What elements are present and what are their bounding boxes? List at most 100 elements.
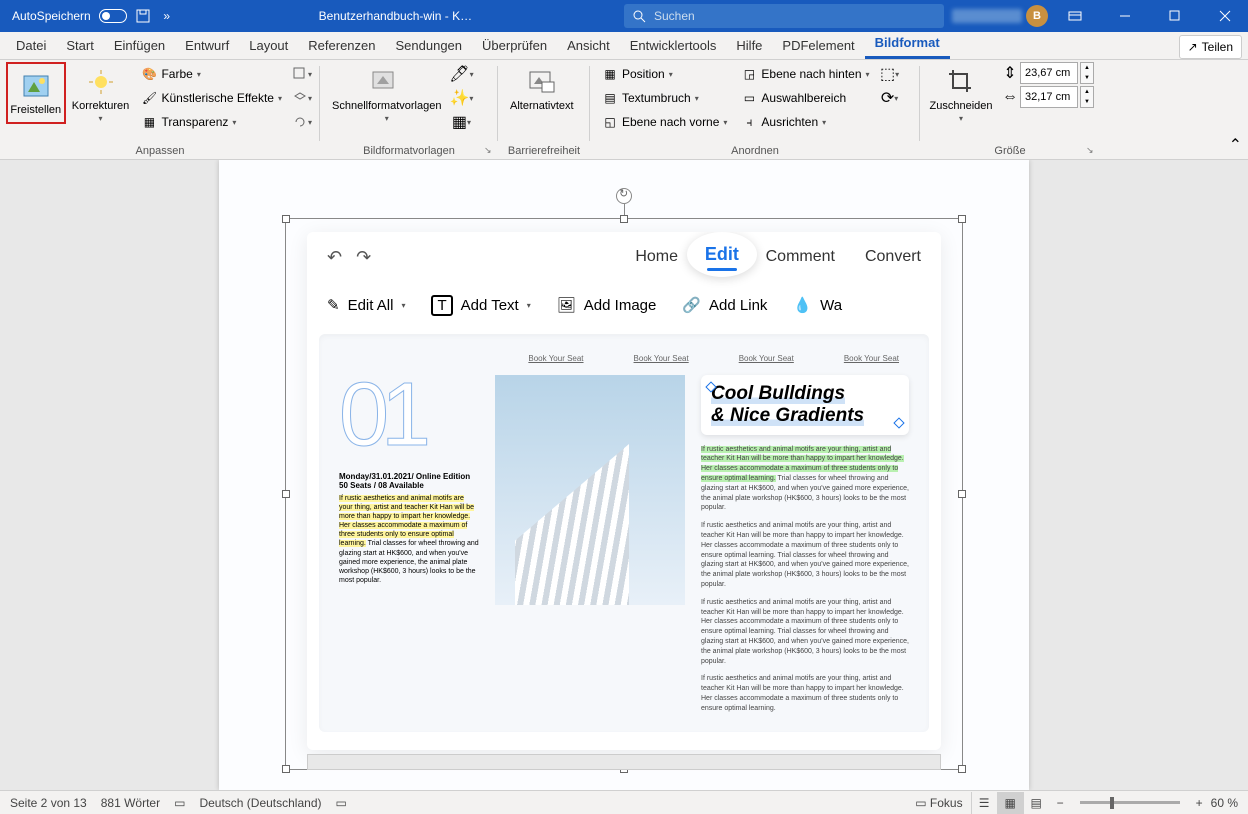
- document-canvas[interactable]: ↶↷ Home EditEdit Comment Convert ✎Edit A…: [0, 160, 1248, 790]
- tab-start[interactable]: Start: [56, 32, 103, 59]
- watermark-tool: 💧Wa: [793, 296, 842, 314]
- zuschneiden-button[interactable]: Zuschneiden ▾: [926, 62, 996, 127]
- tab-einfuegen[interactable]: Einfügen: [104, 32, 175, 59]
- alternativtext-button[interactable]: Alternativtext: [504, 62, 580, 116]
- ausrichten-button[interactable]: ⫞Ausrichten▾: [735, 110, 875, 134]
- freistellen-button[interactable]: Freistellen: [6, 62, 66, 124]
- resize-handle[interactable]: [282, 765, 290, 773]
- tab-referenzen[interactable]: Referenzen: [298, 32, 385, 59]
- width-input[interactable]: [1020, 86, 1078, 108]
- maximize-button[interactable]: [1152, 0, 1198, 32]
- tab-sendungen[interactable]: Sendungen: [386, 32, 473, 59]
- macro-icon[interactable]: ▭: [336, 796, 347, 810]
- tab-hilfe[interactable]: Hilfe: [726, 32, 772, 59]
- tab-layout[interactable]: Layout: [239, 32, 298, 59]
- resize-handle[interactable]: [958, 215, 966, 223]
- auswahlbereich-button[interactable]: ▭Auswahlbereich: [735, 86, 875, 110]
- alttext-icon: [526, 66, 558, 98]
- tab-ueberpruefen[interactable]: Überprüfen: [472, 32, 557, 59]
- wrap-icon: ▤: [602, 90, 618, 106]
- group-bildformat-label: Bildformatvorlagen: [326, 143, 492, 159]
- save-icon[interactable]: [135, 8, 151, 24]
- picture-effects-icon[interactable]: ✨▾: [449, 86, 473, 110]
- resize-handle[interactable]: [282, 215, 290, 223]
- farbe-button[interactable]: 🎨Farbe▾: [135, 62, 288, 86]
- schnellformat-button[interactable]: Schnellformatvorlagen ▾: [326, 62, 447, 127]
- spellcheck-icon[interactable]: ▭: [174, 796, 185, 810]
- group-anordnen-label: Anordnen: [596, 143, 914, 159]
- position-button[interactable]: ▦Position▾: [596, 62, 733, 86]
- group-barriere-label: Barrierefreiheit: [504, 143, 584, 159]
- document-title: Benutzerhandbuch-win - K…: [175, 9, 616, 23]
- search-box[interactable]: Suchen: [624, 4, 944, 28]
- quick-styles-icon: [371, 66, 403, 98]
- close-button[interactable]: [1202, 0, 1248, 32]
- tab-pdfelement[interactable]: PDFelement: [772, 32, 864, 59]
- picture-border-icon[interactable]: 🖊▾: [449, 62, 473, 86]
- compress-icon[interactable]: ▾: [290, 62, 314, 86]
- print-layout-icon[interactable]: ▦: [997, 792, 1023, 814]
- alternativtext-label: Alternativtext: [510, 100, 574, 112]
- selection-pane-icon: ▭: [741, 90, 757, 106]
- web-layout-icon[interactable]: ▤: [1023, 792, 1049, 814]
- zoom-in-button[interactable]: +: [1196, 796, 1203, 810]
- resize-handle[interactable]: [958, 490, 966, 498]
- fokus-button[interactable]: ▭ Fokus: [915, 796, 962, 810]
- language[interactable]: Deutsch (Deutschland): [199, 796, 321, 810]
- ebene-vorne-button[interactable]: ◱Ebene nach vorne▾: [596, 110, 733, 134]
- titlebar: AutoSpeichern » Benutzerhandbuch-win - K…: [0, 0, 1248, 32]
- change-picture-icon[interactable]: ▾: [290, 86, 314, 110]
- search-placeholder: Suchen: [654, 9, 695, 23]
- share-button[interactable]: ↗Teilen: [1179, 35, 1242, 59]
- height-input[interactable]: [1020, 62, 1078, 84]
- transparenz-button[interactable]: ▦Transparenz▾: [135, 110, 288, 134]
- picture-layout-icon[interactable]: ▦▾: [449, 110, 473, 134]
- autosave-toggle[interactable]: [99, 9, 127, 23]
- tab-entwickler[interactable]: Entwicklertools: [620, 32, 727, 59]
- artistic-effects-button[interactable]: 🖌Künstlerische Effekte▾: [135, 86, 288, 110]
- ebene-hinten-button[interactable]: ◲Ebene nach hinten▾: [735, 62, 875, 86]
- width-spinner[interactable]: ▲▼: [1080, 86, 1094, 108]
- group-launcher-icon[interactable]: ↘: [484, 145, 496, 157]
- bring-forward-icon: ◱: [602, 114, 618, 130]
- horizontal-scrollbar[interactable]: [307, 754, 941, 770]
- minimize-button[interactable]: [1102, 0, 1148, 32]
- add-link-tool: 🔗Add Link: [682, 296, 767, 314]
- tab-ansicht[interactable]: Ansicht: [557, 32, 620, 59]
- page: ↶↷ Home EditEdit Comment Convert ✎Edit A…: [219, 160, 1029, 790]
- big-number: 01: [339, 375, 479, 456]
- read-mode-icon[interactable]: ☰: [971, 792, 997, 814]
- add-image-tool: 🖼Add Image: [557, 296, 657, 314]
- textumbruch-button[interactable]: ▤Textumbruch▾: [596, 86, 733, 110]
- rotate-icon[interactable]: ⟳▾: [878, 86, 902, 110]
- resize-handle[interactable]: [958, 765, 966, 773]
- tab-bildformat[interactable]: Bildformat: [865, 29, 950, 59]
- link-icon: 🔗: [682, 296, 701, 314]
- group-icon[interactable]: ⬚▾: [878, 62, 902, 86]
- image-icon: 🖼: [557, 296, 576, 314]
- pen-icon: ✎: [327, 296, 340, 314]
- korrekturen-button[interactable]: Korrekturen ▾: [68, 62, 134, 127]
- tab-entwurf[interactable]: Entwurf: [175, 32, 239, 59]
- page-indicator[interactable]: Seite 2 von 13: [10, 796, 87, 810]
- text-icon: T: [431, 295, 452, 316]
- tab-datei[interactable]: Datei: [6, 32, 56, 59]
- resize-handle[interactable]: [620, 215, 628, 223]
- zuschneiden-label: Zuschneiden: [930, 100, 993, 112]
- zoom-out-button[interactable]: −: [1057, 796, 1064, 810]
- height-spinner[interactable]: ▲▼: [1080, 62, 1094, 84]
- word-count[interactable]: 881 Wörter: [101, 796, 160, 810]
- avatar[interactable]: B: [1026, 5, 1048, 27]
- share-label: Teilen: [1202, 40, 1233, 54]
- ribbon-mode-icon[interactable]: [1052, 0, 1098, 32]
- group-launcher-size-icon[interactable]: ↘: [1086, 145, 1098, 157]
- more-icon[interactable]: »: [159, 8, 175, 24]
- zoom-slider[interactable]: [1080, 801, 1180, 804]
- zoom-value[interactable]: 60 %: [1211, 796, 1238, 810]
- rotation-handle[interactable]: [616, 188, 632, 204]
- resize-handle[interactable]: [282, 490, 290, 498]
- reset-picture-icon[interactable]: ▾: [290, 110, 314, 134]
- watermark-icon: 💧: [793, 296, 812, 314]
- collapse-ribbon-icon[interactable]: ⌃: [1229, 135, 1242, 155]
- editable-title: Cool Bulldings & Nice Gradients: [701, 375, 909, 435]
